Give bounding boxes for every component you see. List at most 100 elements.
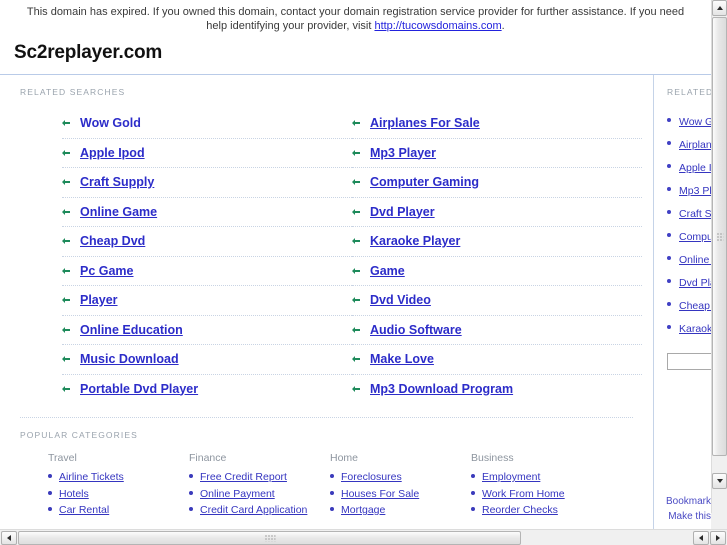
related-search-item[interactable]: Apple Ipod	[62, 139, 352, 168]
related-search-link[interactable]: Audio Software	[370, 323, 462, 337]
category-list-item[interactable]: Airline Tickets	[48, 468, 189, 485]
related-search-link[interactable]: Mp3 Download Program	[370, 382, 513, 396]
sidebar-related-link[interactable]: Apple Ipod	[679, 162, 711, 174]
category-link[interactable]: Online Payment	[200, 488, 275, 500]
related-search-item[interactable]: Dvd Player	[352, 198, 642, 227]
category-list-item[interactable]: Car Rental	[48, 501, 189, 518]
sidebar-related-link[interactable]: Airplanes For Sale	[679, 139, 711, 151]
related-search-link[interactable]: Online Game	[80, 205, 157, 219]
category-list-item[interactable]: Online Payment	[189, 485, 330, 502]
related-search-item[interactable]: Online Game	[62, 198, 352, 227]
sidebar-related-item[interactable]: Wow Gold	[667, 109, 711, 132]
sidebar-search-box[interactable]	[667, 353, 711, 372]
scroll-right-button[interactable]	[693, 531, 709, 545]
related-search-item[interactable]: Online Education	[62, 316, 352, 345]
category-list-item[interactable]: Free Credit Report	[189, 468, 330, 485]
sidebar-related-link[interactable]: Online Game	[679, 254, 711, 266]
make-this-homepage-link[interactable]: Make this	[668, 511, 711, 522]
category-link[interactable]: Airline Tickets	[59, 471, 124, 483]
related-search-item[interactable]: Wow Gold	[62, 109, 352, 139]
related-search-item[interactable]: Karaoke Player	[352, 227, 642, 257]
category-link[interactable]: Free Credit Report	[200, 471, 287, 483]
scroll-down-button[interactable]	[712, 473, 727, 489]
related-search-link[interactable]: Mp3 Player	[370, 146, 436, 160]
vertical-scrollbar[interactable]	[711, 0, 727, 529]
sidebar-related-item[interactable]: Craft Supply	[667, 201, 711, 224]
related-search-link[interactable]: Computer Gaming	[370, 175, 479, 189]
horizontal-scrollbar-thumb[interactable]	[18, 531, 521, 545]
sidebar-related-item[interactable]: Dvd Player	[667, 270, 711, 293]
related-search-item[interactable]: Dvd Video	[352, 286, 642, 316]
category-list-item[interactable]: Mortgage	[330, 501, 471, 518]
category-list-item[interactable]: Work From Home	[471, 485, 612, 502]
related-search-link[interactable]: Dvd Video	[370, 293, 431, 307]
related-search-item[interactable]: Cheap Dvd	[62, 227, 352, 257]
scroll-left-button[interactable]	[1, 531, 17, 545]
search-input[interactable]	[668, 357, 711, 372]
horizontal-scrollbar[interactable]	[0, 529, 727, 545]
related-search-item[interactable]: Craft Supply	[62, 168, 352, 198]
sidebar-related-link[interactable]: Computer Gaming	[679, 231, 711, 243]
related-search-link[interactable]: Airplanes For Sale	[370, 116, 480, 130]
bookmark-link[interactable]: Bookmark	[666, 496, 711, 507]
body-columns: RELATED SEARCHES Wow Gold Apple Ipod Craft…	[0, 75, 711, 529]
sidebar-related-item[interactable]: Computer Gaming	[667, 224, 711, 247]
sidebar-related-link[interactable]: Wow Gold	[679, 116, 711, 128]
sidebar-related-item[interactable]: Airplanes For Sale	[667, 132, 711, 155]
related-search-item[interactable]: Computer Gaming	[352, 168, 642, 198]
bullet-icon	[48, 474, 52, 478]
scroll-up-button[interactable]	[712, 0, 727, 16]
category-link[interactable]: Foreclosures	[341, 471, 402, 483]
sidebar-related-link[interactable]: Mp3 Player	[679, 185, 711, 197]
related-search-item[interactable]: Make Love	[352, 345, 642, 375]
category-list-item[interactable]: Reorder Checks	[471, 501, 612, 518]
category-list-item[interactable]: Foreclosures	[330, 468, 471, 485]
sidebar-related-link[interactable]: Cheap Dvd	[679, 300, 711, 312]
related-search-link[interactable]: Apple Ipod	[80, 146, 145, 160]
scroll-right-end-button[interactable]	[710, 531, 726, 545]
sidebar-related-item[interactable]: Apple Ipod	[667, 155, 711, 178]
related-search-link[interactable]: Make Love	[370, 352, 434, 366]
related-search-item[interactable]: Pc Game	[62, 257, 352, 286]
category-link[interactable]: Hotels	[59, 488, 89, 500]
related-search-item[interactable]: Mp3 Download Program	[352, 375, 642, 404]
related-search-item[interactable]: Player	[62, 286, 352, 316]
related-search-link[interactable]: Player	[80, 293, 118, 307]
related-search-link[interactable]: Craft Supply	[80, 175, 154, 189]
related-search-item[interactable]: Airplanes For Sale	[352, 109, 642, 139]
related-search-item[interactable]: Audio Software	[352, 316, 642, 345]
related-search-link[interactable]: Dvd Player	[370, 205, 435, 219]
category-list-item[interactable]: Houses For Sale	[330, 485, 471, 502]
sidebar-related-item[interactable]: Online Game	[667, 247, 711, 270]
category-link[interactable]: Employment	[482, 471, 540, 483]
sidebar-related-link[interactable]: Craft Supply	[679, 208, 711, 220]
vertical-scrollbar-thumb[interactable]	[712, 17, 727, 456]
tucows-domains-link[interactable]: http://tucowsdomains.com	[374, 20, 501, 32]
related-search-link[interactable]: Portable Dvd Player	[80, 382, 198, 396]
category-link[interactable]: Car Rental	[59, 504, 109, 516]
category-list-item[interactable]: Employment	[471, 468, 612, 485]
category-link[interactable]: Houses For Sale	[341, 488, 419, 500]
related-search-item[interactable]: Game	[352, 257, 642, 286]
related-search-link[interactable]: Cheap Dvd	[80, 234, 145, 248]
related-search-link[interactable]: Karaoke Player	[370, 234, 460, 248]
related-search-item[interactable]: Mp3 Player	[352, 139, 642, 168]
related-search-link[interactable]: Wow Gold	[80, 116, 141, 130]
category-list-item[interactable]: Credit Card Application	[189, 501, 330, 518]
category-link[interactable]: Work From Home	[482, 488, 565, 500]
sidebar-related-item[interactable]: Karaoke Player	[667, 316, 711, 339]
related-search-link[interactable]: Pc Game	[80, 264, 134, 278]
related-search-item[interactable]: Music Download	[62, 345, 352, 375]
related-search-link[interactable]: Online Education	[80, 323, 183, 337]
category-link[interactable]: Mortgage	[341, 504, 385, 516]
related-search-item[interactable]: Portable Dvd Player	[62, 375, 352, 404]
sidebar-related-item[interactable]: Cheap Dvd	[667, 293, 711, 316]
sidebar-related-item[interactable]: Mp3 Player	[667, 178, 711, 201]
category-list-item[interactable]: Hotels	[48, 485, 189, 502]
category-link[interactable]: Reorder Checks	[482, 504, 558, 516]
sidebar-related-link[interactable]: Karaoke Player	[679, 323, 711, 335]
sidebar-related-link[interactable]: Dvd Player	[679, 277, 711, 289]
related-search-link[interactable]: Music Download	[80, 352, 179, 366]
related-search-link[interactable]: Game	[370, 264, 405, 278]
category-link[interactable]: Credit Card Application	[200, 504, 307, 516]
